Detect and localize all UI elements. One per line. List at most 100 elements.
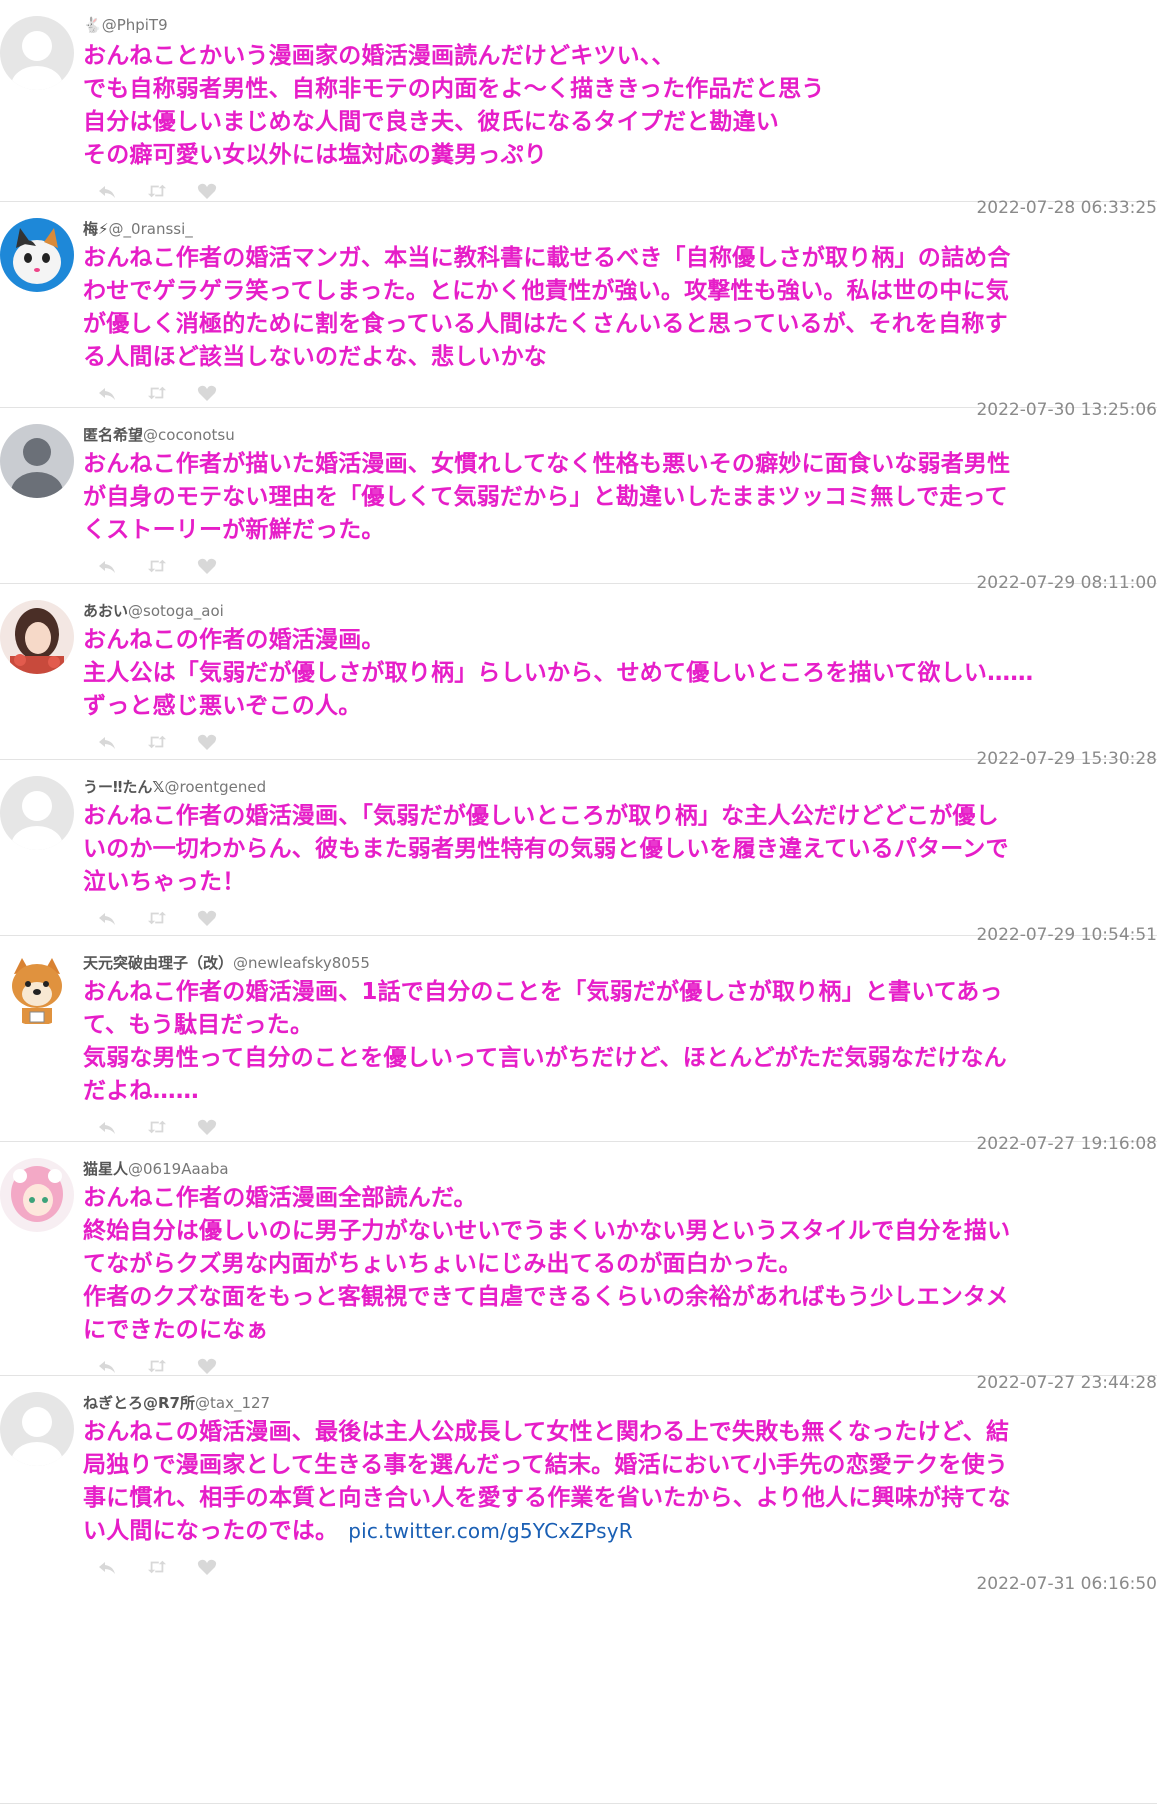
tweet-text-line: おんねことかいう漫画家の婚活漫画読んだけどキツい、、 — [83, 43, 675, 69]
retweet-icon[interactable] — [146, 1118, 168, 1143]
tweet-actions — [96, 384, 218, 409]
display-name[interactable]: 🐇 — [83, 16, 102, 34]
tweet-text-line: てながらクズ男な内面がちょいちょいにじみ出てるのが面白かった。 — [83, 1251, 802, 1277]
tweet-text-line: にできたのになぁ — [83, 1317, 269, 1343]
retweet-icon[interactable] — [146, 384, 168, 409]
reply-icon[interactable] — [96, 384, 118, 409]
tweet-text-line: おんねこ作者の婚活漫画、「気弱だが優しいところが取り柄」な主人公だけどどこが優し — [83, 803, 999, 829]
tweet-text-line: でも自称弱者男性、自称非モテの内面をよ〜く描ききった作品だと思う — [83, 76, 825, 102]
tweet-text: おんねこの婚活漫画、最後は主人公成長して女性と関わる上で失敗も無くなったけど、結… — [83, 1416, 1143, 1548]
display-name[interactable]: あおい — [83, 602, 128, 620]
user-handle[interactable]: @0619Aaaba — [128, 1160, 229, 1178]
user-handle[interactable]: @coconotsu — [143, 426, 235, 444]
tweet: 匿名希望@coconotsu おんねこ作者が描いた婚活漫画、女慣れしてなく性格も悪… — [0, 408, 1157, 593]
display-name[interactable]: 匿名希望 — [83, 426, 143, 444]
tweet-text: おんねこ作者の婚活漫画全部読んだ。 終始自分は優しいのに男子力がないせいでうまくい… — [83, 1182, 1143, 1347]
tweet-timestamp[interactable]: 2022-07-31 06:16:50 — [976, 1574, 1157, 1594]
avatar[interactable] — [0, 952, 74, 1026]
tweet-header: 梅⚡@_0ranssi_ — [83, 218, 193, 239]
tweet-text-line: 事に慣れ、相手の本質と向き合い人を愛する作業を省いたから、より他人に興味が持てな — [83, 1485, 1011, 1511]
tweet-actions — [96, 557, 218, 582]
user-handle[interactable]: @tax_127 — [195, 1394, 270, 1412]
reply-icon[interactable] — [96, 1118, 118, 1143]
display-name[interactable]: 天元突破由理子（改） — [83, 954, 233, 972]
retweet-icon[interactable] — [146, 909, 168, 934]
tweet-header: 猫星人@0619Aaaba — [83, 1158, 229, 1179]
avatar[interactable] — [0, 218, 74, 292]
tweet-text: おんねこ作者の婚活漫画、1話で自分のことを「気弱だが優しさが取り柄」と書いてあっ… — [83, 976, 1143, 1108]
user-handle[interactable]: @sotoga_aoi — [128, 602, 224, 620]
heart-icon[interactable] — [196, 557, 218, 582]
tweet: 🐇@PhpiT9 おんねことかいう漫画家の婚活漫画読んだけどキツい、、でも自称弱者… — [0, 0, 1157, 218]
tweet-text-line: くストーリーが新鮮だった。 — [83, 517, 385, 543]
heart-icon[interactable] — [196, 733, 218, 758]
tweet-text-line: が優しく消極的ために割を食っている人間はたくさんいると思っているが、それを自称す — [83, 311, 1008, 337]
tweet-text-line-with-link: い人間になったのでは。 pic.twitter.com/g5YCxZPsyR — [83, 1515, 1143, 1548]
tweet-text-line: 泣いちゃった！ — [83, 869, 246, 895]
avatar[interactable] — [0, 1392, 74, 1466]
tweet-text-line: おんねこ作者の婚活マンガ、本当に教科書に載せるべき「自称優しさが取り柄」の詰め合 — [83, 245, 1011, 271]
reply-icon[interactable] — [96, 733, 118, 758]
tweet-text-line: おんねこの婚活漫画、最後は主人公成長して女性と関わる上で失敗も無くなったけど、結 — [83, 1419, 1010, 1445]
user-handle[interactable]: @PhpiT9 — [102, 16, 168, 34]
tweet-text-line: おんねこ作者の婚活漫画、1話で自分のことを「気弱だが優しさが取り柄」と書いてあっ — [83, 979, 1003, 1005]
tweet: あおい@sotoga_aoi おんねこの作者の婚活漫画。主人公は「気弱だが優しさが… — [0, 584, 1157, 769]
tweet-actions — [96, 1118, 218, 1143]
retweet-icon[interactable] — [146, 733, 168, 758]
display-name[interactable]: ねぎとろ@R7所 — [83, 1394, 195, 1412]
tweet-header: あおい@sotoga_aoi — [83, 600, 224, 621]
tweet-actions — [96, 909, 218, 934]
tweet-text: おんねこ作者の婚活漫画、「気弱だが優しいところが取り柄」な主人公だけどどこが優し… — [83, 800, 1143, 899]
tweet-text-line: おんねこの作者の婚活漫画。 — [83, 627, 385, 653]
avatar[interactable] — [0, 776, 74, 850]
avatar[interactable] — [0, 1158, 74, 1232]
tweet: 梅⚡@_0ranssi_ おんねこ作者の婚活マンガ、本当に教科書に載せるべき「自称… — [0, 202, 1157, 420]
tweet-text-line: ずっと感じ悪いぞこの人。 — [83, 693, 362, 719]
reply-icon[interactable] — [96, 557, 118, 582]
tweet-header: 天元突破由理子（改）@newleafsky8055 — [83, 952, 370, 973]
tweet-header: ねぎとろ@R7所@tax_127 — [83, 1392, 270, 1413]
tweet-text-line: その癖可愛い女以外には塩対応の糞男っぷり — [83, 142, 547, 168]
tweet-text-line: いのか一切わからん、彼もまた弱者男性特有の気弱と優しいを履き違えているパターンで — [83, 836, 1009, 862]
avatar[interactable] — [0, 600, 74, 674]
tweet-header: うー‼たん𝕏@roentgened — [83, 776, 266, 797]
display-name[interactable]: 梅⚡ — [83, 220, 109, 238]
reply-icon[interactable] — [96, 1558, 118, 1583]
tweet: 天元突破由理子（改）@newleafsky8055 おんねこ作者の婚活漫画、1話で… — [0, 936, 1157, 1154]
tweet-text-line: て、もう駄目だった。 — [83, 1012, 314, 1038]
tweet-header: 🐇@PhpiT9 — [83, 16, 168, 34]
heart-icon[interactable] — [196, 1118, 218, 1143]
tweet-actions — [96, 733, 218, 758]
tweet: ねぎとろ@R7所@tax_127 おんねこの婚活漫画、最後は主人公成長して女性と関… — [0, 1376, 1157, 1804]
heart-icon[interactable] — [196, 384, 218, 409]
media-link[interactable]: pic.twitter.com/g5YCxZPsyR — [348, 1519, 633, 1543]
user-handle[interactable]: @_0ranssi_ — [109, 220, 193, 238]
user-handle[interactable]: @newleafsky8055 — [233, 954, 370, 972]
tweet-actions — [96, 1558, 218, 1583]
avatar[interactable] — [0, 16, 74, 90]
heart-icon[interactable] — [196, 909, 218, 934]
retweet-icon[interactable] — [146, 557, 168, 582]
user-handle[interactable]: @roentgened — [165, 778, 267, 796]
tweet-header: 匿名希望@coconotsu — [83, 424, 235, 445]
tweet-text: おんねこの作者の婚活漫画。主人公は「気弱だが優しさが取り柄」らしいから、せめて優… — [83, 624, 1143, 723]
tweet-text-line: が自身のモテない理由を「優しくて気弱だから」と勘違いしたままツッコミ無しで走って — [83, 484, 1008, 510]
retweet-icon[interactable] — [146, 1558, 168, 1583]
tweet-text-line: 気弱な男性って自分のことを優しいって言いがちだけど、ほとんどがただ気弱なだけなん — [83, 1045, 1007, 1071]
tweet-text-line: 終始自分は優しいのに男子力がないせいでうまくいかない男というスタイルで自分を描い — [83, 1218, 1011, 1244]
tweet: 猫星人@0619Aaaba おんねこ作者の婚活漫画全部読んだ。 終始自分は優しいのに… — [0, 1142, 1157, 1393]
tweet-text: おんねこ作者の婚活マンガ、本当に教科書に載せるべき「自称優しさが取り柄」の詰め合… — [83, 242, 1143, 374]
display-name[interactable]: うー‼たん𝕏 — [83, 778, 165, 796]
tweet: うー‼たん𝕏@roentgened おんねこ作者の婚活漫画、「気弱だが優しいところ… — [0, 760, 1157, 945]
avatar[interactable] — [0, 424, 74, 498]
tweet-text-line: い人間になったのでは。 — [83, 1518, 339, 1544]
display-name[interactable]: 猫星人 — [83, 1160, 128, 1178]
reply-icon[interactable] — [96, 909, 118, 934]
heart-icon[interactable] — [196, 1558, 218, 1583]
tweet-text-line: だよね…… — [83, 1078, 199, 1104]
tweet-text: おんねこ作者が描いた婚活漫画、女慣れしてなく性格も悪いその癖妙に面食いな弱者男性… — [83, 448, 1143, 547]
tweet-text-line: る人間ほど該当しないのだよな、悲しいかな — [83, 344, 547, 370]
tweet-text-line: 主人公は「気弱だが優しさが取り柄」らしいから、せめて優しいところを描いて欲しい…… — [83, 660, 1034, 686]
tweet-text-line: 作者のクズな面をもっと客観視できて自虐できるくらいの余裕があればもう少しエンタメ — [83, 1284, 1009, 1310]
tweet-text-line: おんねこ作者が描いた婚活漫画、女慣れしてなく性格も悪いその癖妙に面食いな弱者男性 — [83, 451, 1011, 477]
